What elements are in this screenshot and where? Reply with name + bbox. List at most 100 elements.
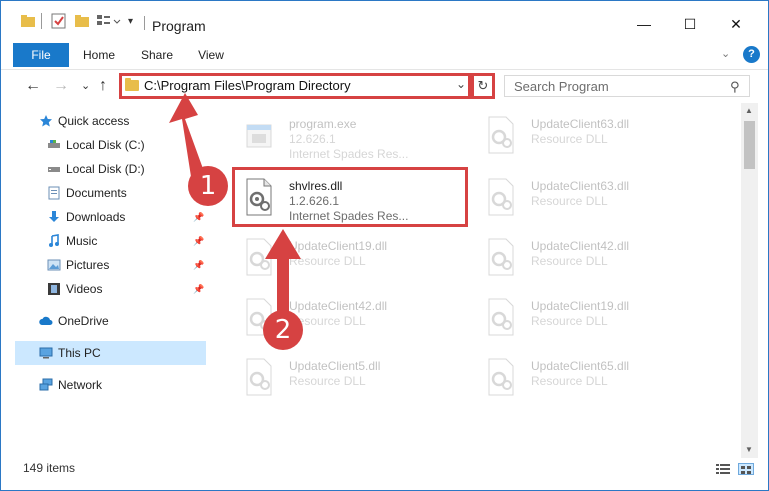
status-bar: 149 items bbox=[1, 458, 768, 478]
navigation-pane: Quick access Local Disk (C:) Local Disk … bbox=[1, 103, 213, 458]
address-bar[interactable]: C:\Program Files\Program Directory ⌄ bbox=[119, 73, 471, 99]
nav-label: Local Disk (D:) bbox=[66, 162, 145, 176]
folder-icon bbox=[125, 78, 139, 91]
drive-icon bbox=[48, 167, 60, 172]
file-name: UpdateClient42.dll bbox=[531, 239, 630, 253]
pin-icon[interactable]: 📌 bbox=[193, 212, 204, 223]
recent-locations-button[interactable]: ⌄ bbox=[81, 79, 90, 92]
scroll-thumb[interactable] bbox=[744, 121, 755, 169]
customize-toolbar-icon[interactable] bbox=[97, 13, 123, 29]
properties-icon[interactable] bbox=[51, 13, 67, 29]
address-row: ← → ⌄ ↑ C:\Program Files\Program Directo… bbox=[1, 69, 768, 103]
nav-label: OneDrive bbox=[58, 314, 109, 328]
drive-icon bbox=[48, 140, 60, 148]
file-name: program.exe bbox=[289, 117, 357, 131]
forward-button[interactable]: → bbox=[53, 77, 69, 95]
file-item-updateclient19[interactable]: UpdateClient19.dll Resource DLL bbox=[233, 229, 473, 287]
music-icon bbox=[49, 234, 59, 247]
up-button[interactable]: ↑ bbox=[99, 77, 107, 95]
folder-icon bbox=[21, 13, 35, 29]
computer-icon bbox=[39, 347, 53, 359]
file-type: Resource DLL bbox=[531, 194, 608, 208]
file-item-updateclient65[interactable]: UpdateClient65.dll Resource DLL bbox=[475, 349, 715, 407]
nav-label: Downloads bbox=[66, 210, 126, 224]
dll-icon bbox=[246, 358, 272, 396]
file-type: Resource DLL bbox=[289, 374, 366, 388]
file-item-program-exe[interactable]: program.exe 12.626.1 Internet Spades Res… bbox=[233, 107, 473, 165]
tab-share[interactable]: Share bbox=[135, 43, 179, 67]
file-name: UpdateClient42.dll bbox=[289, 299, 388, 313]
network-icon bbox=[39, 378, 53, 391]
address-path: C:\Program Files\Program Directory bbox=[144, 78, 351, 93]
file-name: UpdateClient5.dll bbox=[289, 359, 381, 373]
file-item-updateclient19[interactable]: UpdateClient19.dll Resource DLL bbox=[475, 289, 715, 347]
tab-home[interactable]: Home bbox=[77, 43, 121, 67]
cloud-icon bbox=[39, 316, 53, 325]
explorer-window: ▾ Program — ☐ ✕ File Home Share View ⌄ ?… bbox=[0, 0, 769, 491]
tab-view[interactable]: View bbox=[191, 43, 231, 67]
nav-label: Music bbox=[66, 234, 98, 248]
large-icons-view-icon[interactable] bbox=[738, 463, 754, 475]
nav-label: Quick access bbox=[58, 114, 130, 128]
scroll-up-icon[interactable]: ▲ bbox=[745, 106, 753, 115]
nav-label: Network bbox=[58, 378, 103, 392]
dll-icon bbox=[488, 178, 514, 216]
pin-icon[interactable]: 📌 bbox=[193, 284, 204, 295]
nav-label: Documents bbox=[66, 186, 127, 200]
refresh-button[interactable]: ↻ bbox=[471, 73, 495, 99]
window-title: Program bbox=[152, 18, 206, 34]
nav-label: This PC bbox=[58, 346, 101, 360]
documents-icon bbox=[48, 186, 60, 200]
nav-label: Pictures bbox=[66, 258, 110, 272]
dll-icon bbox=[488, 298, 514, 336]
downloads-icon bbox=[49, 211, 59, 222]
file-item-updateclient42[interactable]: UpdateClient42.dll Resource DLL bbox=[475, 229, 715, 287]
file-name: UpdateClient19.dll bbox=[289, 239, 388, 253]
search-placeholder: Search Program bbox=[514, 79, 609, 94]
file-name: UpdateClient63.dll bbox=[531, 179, 630, 193]
maximize-button[interactable]: ☐ bbox=[667, 9, 713, 39]
nav-label: Videos bbox=[66, 282, 103, 296]
file-name: UpdateClient19.dll bbox=[531, 299, 630, 313]
videos-icon bbox=[48, 283, 60, 295]
pin-icon[interactable]: 📌 bbox=[193, 260, 204, 271]
file-type: Resource DLL bbox=[531, 254, 608, 268]
file-type: Resource DLL bbox=[289, 254, 366, 268]
toolbar-separator bbox=[41, 13, 42, 29]
file-type: Resource DLL bbox=[531, 314, 608, 328]
minimize-button[interactable]: — bbox=[621, 9, 667, 39]
pictures-icon bbox=[47, 259, 61, 271]
file-item-updateclient63[interactable]: UpdateClient63.dll Resource DLL bbox=[475, 169, 715, 227]
file-type: Resource DLL bbox=[531, 132, 608, 146]
address-dropdown-icon[interactable]: ⌄ bbox=[456, 77, 466, 91]
scroll-down-icon[interactable]: ▼ bbox=[745, 445, 753, 454]
back-button[interactable]: ← bbox=[25, 77, 41, 95]
dll-icon bbox=[246, 238, 272, 276]
step-badge-2: 2 bbox=[263, 310, 303, 350]
file-item-updateclient5[interactable]: UpdateClient5.dll Resource DLL bbox=[233, 349, 473, 407]
close-button[interactable]: ✕ bbox=[713, 9, 759, 39]
file-name: UpdateClient63.dll bbox=[531, 117, 630, 131]
file-type: Resource DLL bbox=[531, 374, 608, 388]
search-icon: ⚲ bbox=[730, 79, 740, 94]
details-view-icon[interactable] bbox=[715, 463, 731, 475]
file-highlight-box bbox=[232, 167, 468, 227]
file-description: Internet Spades Res... bbox=[289, 147, 409, 161]
file-item-updateclient63[interactable]: UpdateClient63.dll Resource DLL bbox=[475, 107, 715, 165]
file-name: UpdateClient65.dll bbox=[531, 359, 630, 373]
tab-file[interactable]: File bbox=[13, 43, 69, 67]
vertical-scrollbar[interactable]: ▲ ▼ bbox=[741, 103, 758, 458]
title-bar: ▾ Program — ☐ ✕ bbox=[1, 1, 768, 39]
file-list: program.exe 12.626.1 Internet Spades Res… bbox=[213, 103, 741, 458]
dll-icon bbox=[488, 238, 514, 276]
help-button[interactable]: ? bbox=[743, 46, 760, 63]
pin-icon[interactable]: 📌 bbox=[193, 236, 204, 247]
file-version: 12.626.1 bbox=[289, 132, 336, 146]
qa-dropdown-icon[interactable]: ▾ bbox=[128, 13, 133, 29]
search-input[interactable]: Search Program ⚲ bbox=[504, 75, 750, 97]
expand-ribbon-icon[interactable]: ⌄ bbox=[721, 47, 730, 60]
exe-icon bbox=[246, 124, 272, 148]
new-folder-icon[interactable] bbox=[75, 13, 89, 29]
star-icon bbox=[40, 115, 52, 127]
item-count: 149 items bbox=[23, 461, 76, 475]
